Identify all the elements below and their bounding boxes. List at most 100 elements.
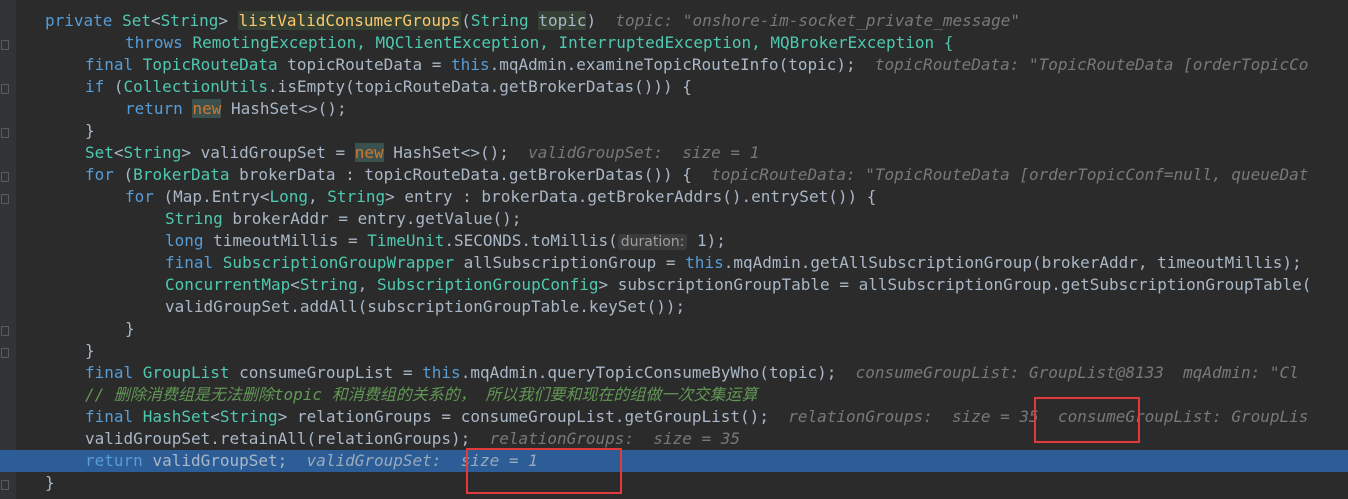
exception-list: RemotingException, MQClientException, In… [192, 33, 954, 52]
code-line[interactable]: long timeoutMillis = TimeUnit.SECONDS.to… [0, 230, 1348, 252]
type-name: Set [122, 11, 151, 30]
code-text: ( [113, 77, 124, 96]
code-text: > relationGroups = consumeGroupList.getG… [277, 407, 769, 426]
code-text: .mqAdmin.getAllSubscriptionGroup(brokerA… [723, 253, 1302, 272]
code-text: ( [461, 11, 471, 30]
keyword: return [85, 451, 153, 470]
code-text: .mqAdmin.examineTopicRouteInfo(topic); [489, 55, 856, 74]
code-line[interactable]: for (BrokerData brokerData : topicRouteD… [0, 164, 1348, 186]
type-name: String [299, 275, 358, 294]
keyword: if [85, 77, 114, 96]
code-text: ) [586, 11, 597, 30]
type-name: CollectionUtils [123, 77, 269, 96]
code-text: } [85, 121, 95, 140]
type-name: TopicRouteData [142, 55, 278, 74]
code-line[interactable]: final SubscriptionGroupWrapper allSubscr… [0, 252, 1348, 274]
code-text: > validGroupSet = [181, 143, 355, 162]
code-text: brokerAddr = entry.getValue(); [222, 209, 522, 228]
code-text: ( [123, 165, 134, 184]
code-line[interactable]: // 删除消费组是无法删除topic 和消费组的关系的， 所以我们要和现在的组做… [0, 384, 1348, 406]
code-text: > [218, 11, 238, 30]
type-name: GroupList [142, 363, 230, 382]
debug-inline-value: consumeGroupList: GroupList@8133 mqAdmin… [855, 363, 1299, 382]
parameter-name: topic [538, 11, 587, 30]
type-name: HashSet [142, 407, 211, 426]
type-name: String [470, 11, 529, 30]
keyword: throws [125, 33, 193, 52]
code-text: allSubscriptionGroup = [453, 253, 686, 272]
code-line[interactable]: final TopicRouteData topicRouteData = th… [0, 54, 1348, 76]
code-line[interactable]: } [0, 472, 1348, 494]
parameter-hint: duration: [617, 234, 688, 250]
code-text: < [210, 407, 220, 426]
code-line[interactable]: return new HashSet<>(); [0, 98, 1348, 120]
code-text: .SECONDS.toMillis( [444, 231, 618, 250]
code-text: > subscriptionGroupTable = allSubscripti… [598, 275, 1312, 294]
type-name: String [219, 407, 278, 426]
debug-inline-value: validGroupSet: size = 1 [528, 143, 760, 162]
code-line[interactable]: for (Map.Entry<Long, String> entry : bro… [0, 186, 1348, 208]
keyword: private [45, 11, 123, 30]
keyword-highlighted: new [192, 99, 222, 118]
code-line[interactable]: } [0, 120, 1348, 142]
code-line[interactable]: private Set<String> listValidConsumerGro… [0, 10, 1348, 32]
code-line[interactable]: Set<String> validGroupSet = new HashSet<… [0, 142, 1348, 164]
code-editor[interactable]: private Set<String> listValidConsumerGro… [0, 10, 1348, 494]
code-text: , [308, 187, 328, 206]
code-text: brokerData : topicRouteData.getBrokerDat… [229, 165, 692, 184]
code-text: < [290, 275, 300, 294]
keyword: final [85, 407, 143, 426]
code-text: } [125, 319, 135, 338]
code-line[interactable]: validGroupSet.retainAll(relationGroups);… [0, 428, 1348, 450]
debug-inline-value: topicRouteData: "TopicRouteData [orderTo… [711, 165, 1309, 184]
code-text: topicRouteData = [277, 55, 452, 74]
type-name: String [165, 209, 223, 228]
highlight-box-relation-groups-size [1034, 397, 1140, 443]
code-line[interactable]: final GroupList consumeGroupList = this.… [0, 362, 1348, 384]
keyword: this [451, 55, 490, 74]
code-text: < [113, 143, 124, 162]
code-text: (Map.Entry< [163, 187, 270, 206]
code-line[interactable]: final HashSet<String> relationGroups = c… [0, 406, 1348, 428]
method-name: listValidConsumerGroups [237, 11, 462, 30]
keyword: long [165, 231, 214, 250]
type-name: String [327, 187, 386, 206]
debug-inline-value: relationGroups: size = 35 [489, 429, 741, 448]
keyword: this [422, 363, 461, 382]
code-line[interactable]: ConcurrentMap<String, SubscriptionGroupC… [0, 274, 1348, 296]
code-text: < [150, 11, 161, 30]
keyword: final [85, 363, 143, 382]
code-text: } [85, 341, 95, 360]
code-line[interactable]: } [0, 318, 1348, 340]
debug-inline-value: topic: "onshore-im-socket_private_messag… [615, 11, 1020, 30]
debug-inline-value: topicRouteData: "TopicRouteData [orderTo… [874, 55, 1309, 74]
code-text: validGroupSet; [152, 451, 288, 470]
code-line[interactable]: } [0, 340, 1348, 362]
code-text: validGroupSet.retainAll(relationGroups); [85, 429, 471, 448]
type-name: SubscriptionGroupConfig [376, 275, 599, 294]
code-text: timeoutMillis = [213, 231, 368, 250]
keyword: final [85, 55, 143, 74]
code-line[interactable]: throws RemotingException, MQClientExcept… [0, 32, 1348, 54]
highlight-box-valid-group-set-size [466, 448, 622, 494]
keyword: for [85, 165, 124, 184]
keyword: for [125, 187, 164, 206]
code-text: .isEmpty(topicRouteData.getBrokerDatas()… [268, 77, 692, 96]
code-line[interactable]: String brokerAddr = entry.getValue(); [0, 208, 1348, 230]
code-text: .mqAdmin.queryTopicConsumeByWho(topic); [460, 363, 837, 382]
code-text: validGroupSet.addAll(subscriptionGroupTa… [165, 297, 686, 316]
current-execution-line[interactable]: return validGroupSet; validGroupSet: siz… [0, 450, 1348, 472]
code-text: HashSet<>(); [221, 99, 347, 118]
type-name: Long [269, 187, 309, 206]
code-text: , [357, 275, 377, 294]
keyword: return [125, 99, 193, 118]
code-line[interactable]: validGroupSet.addAll(subscriptionGroupTa… [0, 296, 1348, 318]
keyword-highlighted: new [354, 143, 384, 162]
type-name: BrokerData [133, 165, 230, 184]
code-line[interactable]: if (CollectionUtils.isEmpty(topicRouteDa… [0, 76, 1348, 98]
keyword: final [165, 253, 223, 272]
type-name: TimeUnit [367, 231, 445, 250]
type-name: String [160, 11, 219, 30]
code-text: > entry : brokerData.getBrokerAddrs().en… [385, 187, 877, 206]
